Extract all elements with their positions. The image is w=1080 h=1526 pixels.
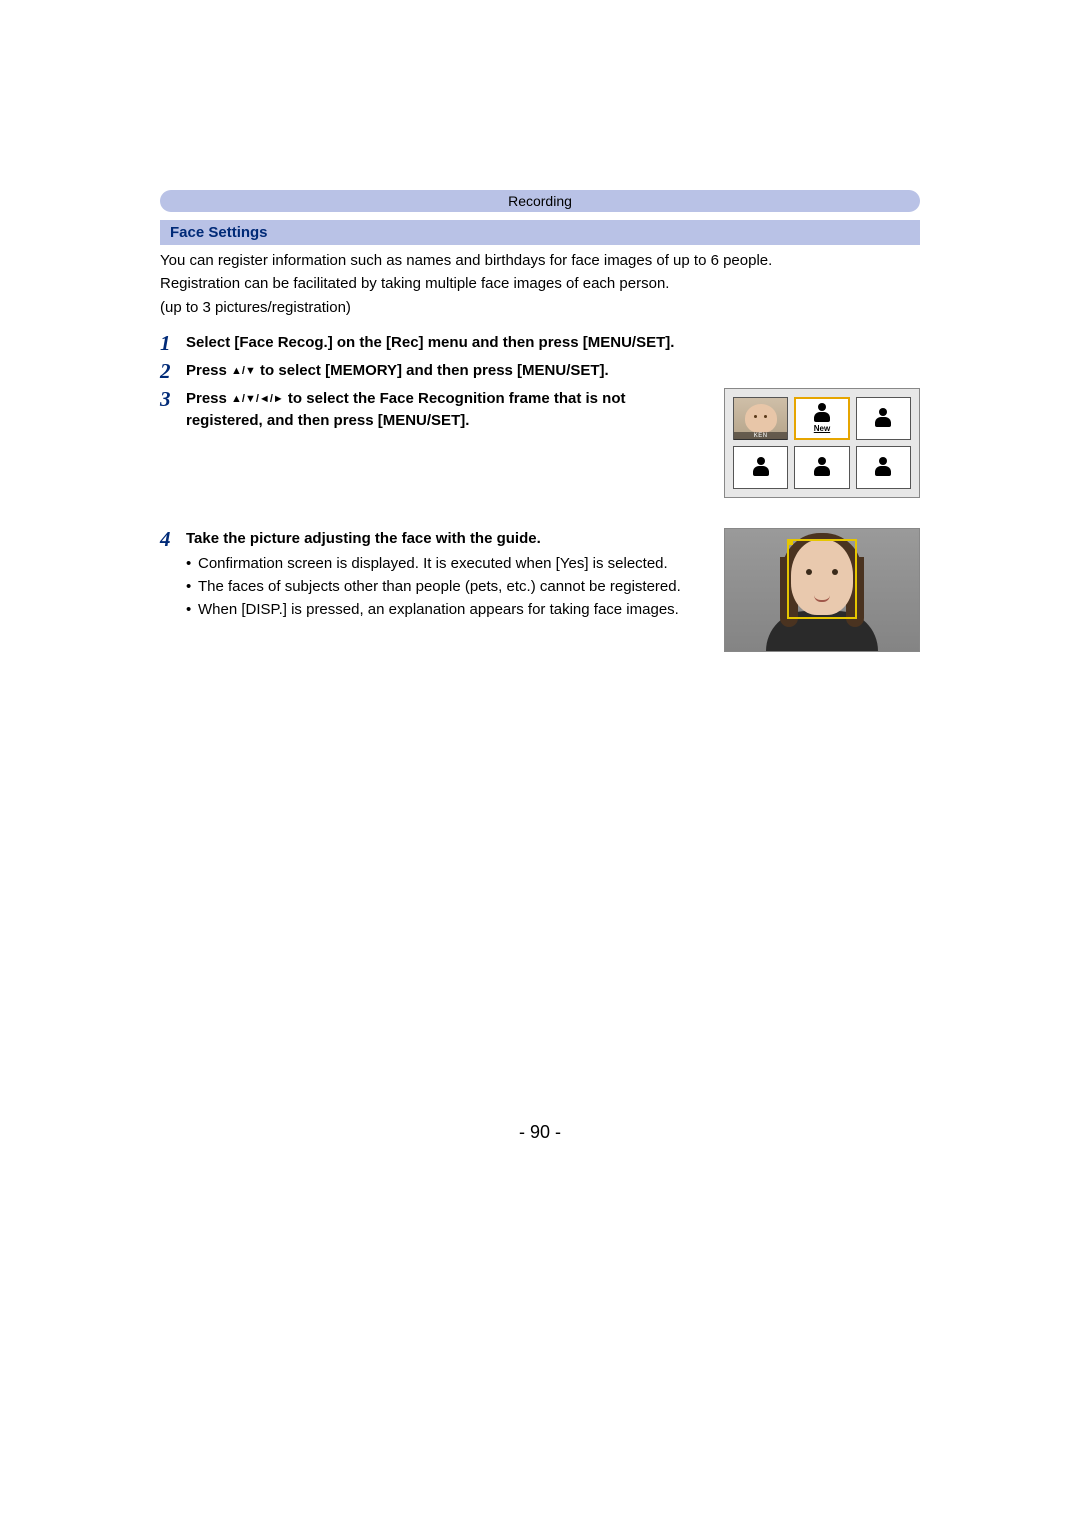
step-title: Press ▲/▼/◄/► to select the Face Recogni… bbox=[186, 388, 706, 432]
intro-line: You can register information such as nam… bbox=[160, 251, 920, 271]
step-number: 3 bbox=[160, 388, 186, 410]
up-down-arrows-icon: ▲/▼ bbox=[231, 365, 256, 377]
person-icon bbox=[751, 457, 771, 477]
face-slot-empty bbox=[856, 397, 911, 440]
step-4-row: 4 Take the picture adjusting the face wi… bbox=[160, 528, 920, 652]
dpad-arrows-icon: ▲/▼/◄/► bbox=[231, 393, 284, 405]
step-title: Take the picture adjusting the face with… bbox=[186, 528, 706, 550]
breadcrumb-label: Recording bbox=[508, 193, 572, 209]
step-2: 2 Press ▲/▼ to select [MEMORY] and then … bbox=[160, 360, 920, 382]
new-label: New bbox=[814, 424, 830, 433]
breadcrumb: Recording bbox=[160, 190, 920, 212]
step-title: Press ▲/▼ to select [MEMORY] and then pr… bbox=[186, 360, 920, 382]
manual-page: Recording Face Settings You can register… bbox=[0, 0, 1080, 1143]
steps-list: 1 Select [Face Recog.] on the [Rec] menu… bbox=[160, 332, 920, 652]
step-number: 1 bbox=[160, 332, 186, 354]
face-slot-empty bbox=[794, 446, 849, 489]
step-1: 1 Select [Face Recog.] on the [Rec] menu… bbox=[160, 332, 920, 354]
step-3-row: 3 Press ▲/▼/◄/► to select the Face Recog… bbox=[160, 388, 920, 498]
face-grid-illustration: KEN New bbox=[724, 388, 920, 498]
page-number: - 90 - bbox=[160, 1122, 920, 1143]
intro-line: Registration can be facilitated by takin… bbox=[160, 274, 920, 294]
step-title: Select [Face Recog.] on the [Rec] menu a… bbox=[186, 332, 920, 354]
person-icon bbox=[873, 408, 893, 428]
intro-line: (up to 3 pictures/registration) bbox=[160, 298, 920, 318]
section-header: Face Settings bbox=[160, 220, 920, 245]
face-slot-empty bbox=[733, 446, 788, 489]
person-icon bbox=[812, 457, 832, 477]
step-number: 2 bbox=[160, 360, 186, 382]
note-item: When [DISP.] is pressed, an explanation … bbox=[186, 599, 706, 620]
face-guide-illustration bbox=[724, 528, 920, 652]
note-item: The faces of subjects other than people … bbox=[186, 576, 706, 597]
face-guide-frame-icon bbox=[787, 539, 857, 619]
step-number: 4 bbox=[160, 528, 186, 550]
face-slot-empty bbox=[856, 446, 911, 489]
person-icon bbox=[812, 403, 832, 423]
step-notes: Confirmation screen is displayed. It is … bbox=[186, 553, 706, 620]
face-slot-registered: KEN bbox=[733, 397, 788, 440]
face-slot-selected: New bbox=[794, 397, 849, 440]
note-item: Confirmation screen is displayed. It is … bbox=[186, 553, 706, 574]
intro-text: You can register information such as nam… bbox=[160, 251, 920, 318]
section-title: Face Settings bbox=[170, 224, 268, 241]
person-icon bbox=[873, 457, 893, 477]
face-name-label: KEN bbox=[734, 432, 787, 440]
